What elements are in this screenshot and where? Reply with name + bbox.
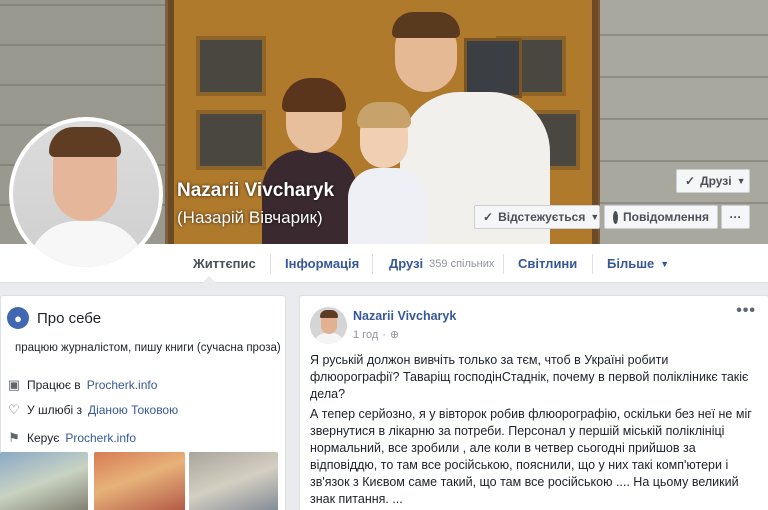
manages-link[interactable]: Procherk.info [65,431,136,445]
post-options-button[interactable]: ••• [736,302,756,320]
following-button[interactable]: ✓ Відстежується ▼ [474,205,600,229]
door-panel [196,110,266,170]
following-button-label: Відстежується [498,210,586,224]
cover-child [348,168,426,244]
avatar-hair [320,310,338,318]
post-paragraph: А тепер серйозно, я у вівторок робив флю… [310,407,752,506]
relationship-prefix: У шлюбі з [27,403,82,417]
caret-down-icon: ▼ [660,258,670,269]
intro-title: Про себе [37,309,102,327]
cover-child-hair [357,102,411,128]
heart-icon: ♡ [8,402,20,417]
photo-thumbnail[interactable] [189,452,278,510]
profile-shirt [27,221,145,267]
door-window [464,38,522,98]
nav-divider [372,254,373,274]
friends-button[interactable]: ✓ Друзі ▼ [676,169,750,193]
work-prefix: Працює в [27,378,81,392]
message-button[interactable]: Повідомлення [604,205,718,229]
tab-more[interactable]: Більше ▼ [607,244,669,283]
photo-thumbnail[interactable] [94,452,185,510]
post-author-avatar[interactable] [310,307,347,344]
profile-photo [13,121,159,267]
door-panel [196,36,266,96]
profile-alt-name: (Назарій Вівчарик) [177,208,323,227]
manages-prefix: Керує [27,431,60,445]
tab-friends[interactable]: Друзі 359 спільних [389,244,494,283]
dot-separator: · [382,328,386,341]
caret-down-icon: ▼ [736,176,746,186]
check-icon: ✓ [483,210,494,224]
nav-divider [592,254,593,274]
active-tab-marker [202,276,216,283]
tab-friends-label: Друзі [389,256,424,271]
friends-button-label: Друзі [700,174,732,188]
tab-about[interactable]: Інформація [285,244,359,283]
post-meta: 1 год · ⊕ [353,328,399,342]
work-row: ▣ Працює в Procherk.info [7,377,158,392]
avatar-shirt [314,333,344,344]
intro-bio: працюю журналістом, пишу книги (сучасна … [15,342,281,354]
manages-row: ⚑ Керує Procherk.info [7,430,136,445]
work-link[interactable]: Procherk.info [87,378,158,392]
more-actions-button[interactable]: ··· [721,205,750,229]
nav-divider [503,254,504,274]
relationship-row: ♡ У шлюбі з Діаною Токовою [7,402,178,417]
spouse-link[interactable]: Діаною Токовою [88,403,178,417]
profile-name[interactable]: Nazarii Vivcharyk [177,180,334,202]
messenger-icon [613,210,619,224]
message-button-label: Повідомлення [623,210,709,224]
cover-man-hair [392,12,460,38]
check-icon: ✓ [685,174,696,188]
profile-picture[interactable] [9,117,163,271]
photo-thumbnail[interactable] [0,452,88,510]
post-timestamp[interactable]: 1 год [353,329,378,341]
post-paragraph: Я руській должон вивчіть только за тєм, … [310,353,749,401]
caret-down-icon: ▼ [590,212,600,222]
intro-header: ● Про себе [7,307,101,329]
nav-divider [270,254,271,274]
tab-photos[interactable]: Світлини [518,244,577,283]
public-globe-icon[interactable]: ⊕ [390,328,399,341]
post-card: Nazarii Vivcharyk 1 год · ⊕ ••• Я руські… [299,295,768,510]
flag-icon: ⚑ [8,430,20,445]
briefcase-icon: ▣ [7,377,21,392]
globe-icon: ● [7,307,29,329]
tab-more-label: Більше [607,256,655,271]
post-author-name[interactable]: Nazarii Vivcharyk [353,309,456,323]
mutual-friends-count: 359 спільних [429,257,495,270]
profile-hair [49,127,121,157]
